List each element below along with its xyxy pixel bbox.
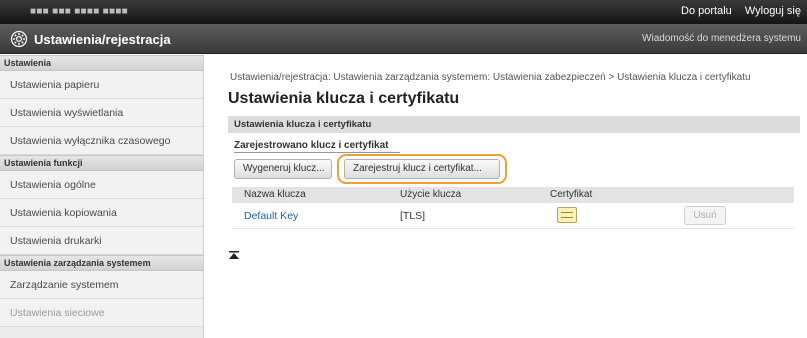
sidebar: Ustawienia Ustawienia papieru Ustawienia… (0, 55, 204, 338)
certificate-icon[interactable] (557, 207, 577, 223)
column-header-key-name: Nazwa klucza (244, 189, 306, 200)
portal-link[interactable]: Do portalu (681, 5, 732, 17)
sidebar-header-settings: Ustawienia (0, 55, 203, 71)
sidebar-item-copy-settings[interactable]: Ustawienia kopiowania (0, 199, 203, 227)
device-name: ■■■ ■■■ ■■■■ ■■■■ (30, 6, 128, 17)
key-use-value: [TLS] (400, 210, 426, 222)
sidebar-header-function-settings: Ustawienia funkcji (0, 155, 203, 171)
delete-button[interactable]: Usuń (684, 206, 726, 225)
generate-key-button[interactable]: Wygeneruj klucz... (234, 159, 332, 179)
title-bar: Ustawienia/rejestracja Wiadomość do mene… (0, 24, 807, 54)
message-to-admin-link[interactable]: Wiadomość do menedżera systemu (642, 33, 801, 44)
gear-icon (10, 30, 28, 48)
breadcrumb: Ustawienia/rejestracja: Ustawienia zarzą… (230, 72, 751, 83)
section-header: Ustawienia klucza i certyfikatu (228, 116, 800, 133)
sidebar-item-common-settings[interactable]: Ustawienia ogólne (0, 171, 203, 199)
sidebar-item-network-settings[interactable]: Ustawienia sieciowe (0, 299, 203, 327)
page-title: Ustawienia klucza i certyfikatu (228, 90, 460, 107)
sidebar-header-system-management: Ustawienia zarządzania systemem (0, 255, 203, 271)
registered-keys-label: Zarejestrowano klucz i certyfikat (234, 140, 389, 151)
back-to-top-icon[interactable] (229, 251, 239, 259)
sidebar-item-system-management[interactable]: Zarządzanie systemem (0, 271, 203, 299)
sidebar-item-display-settings[interactable]: Ustawienia wyświetlania (0, 99, 203, 127)
top-bar: ■■■ ■■■ ■■■■ ■■■■ Do portalu Wyloguj się (0, 0, 807, 24)
column-header-certificate: Certyfikat (550, 189, 593, 200)
column-header-key-use: Użycie klucza (400, 189, 462, 200)
sidebar-item-timer-settings[interactable]: Ustawienia wyłącznika czasowego (0, 127, 203, 155)
logout-link[interactable]: Wyloguj się (745, 5, 801, 17)
sidebar-item-paper-settings[interactable]: Ustawienia papieru (0, 71, 203, 99)
table-header: Nazwa klucza Użycie klucza Certyfikat (232, 187, 794, 203)
divider (234, 152, 400, 153)
top-links: Do portalu Wyloguj się (671, 5, 801, 17)
main-content: Ustawienia/rejestracja: Ustawienia zarzą… (222, 55, 807, 338)
app-title: Ustawienia/rejestracja (34, 32, 171, 47)
key-table: Nazwa klucza Użycie klucza Certyfikat De… (232, 187, 794, 229)
table-row: Default Key [TLS] Usuń (232, 203, 794, 229)
key-name-link[interactable]: Default Key (244, 210, 298, 222)
highlight-ring (337, 154, 507, 184)
sidebar-item-printer-settings[interactable]: Ustawienia drukarki (0, 227, 203, 255)
